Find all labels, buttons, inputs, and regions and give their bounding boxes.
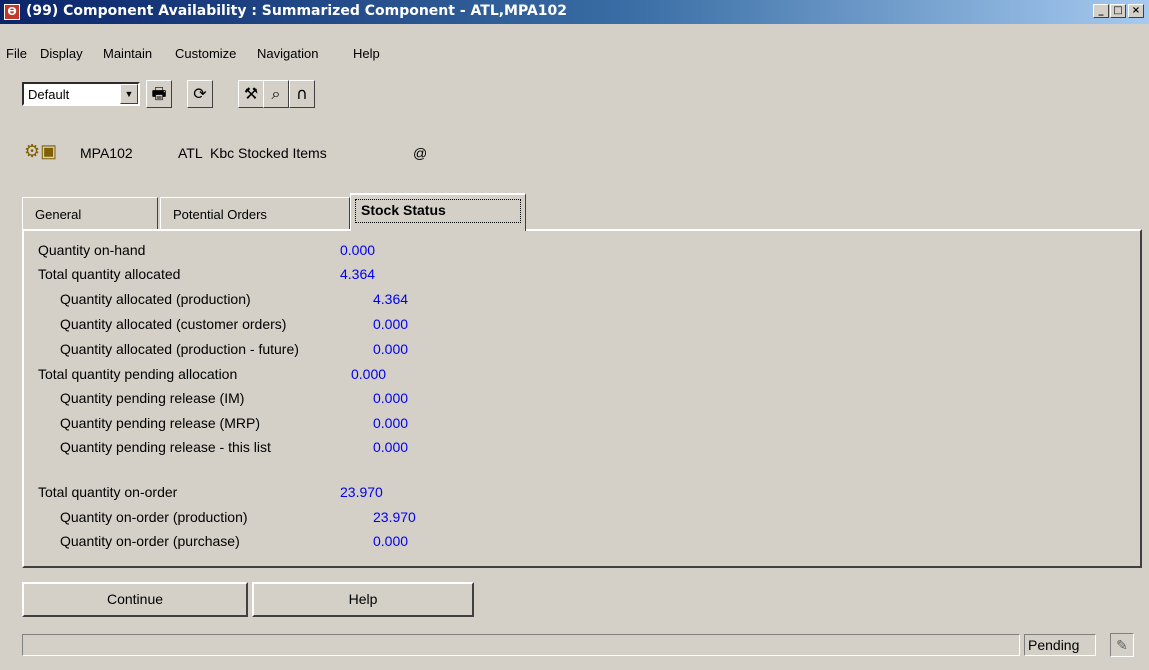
tab-stock-status[interactable]: Stock Status: [350, 193, 526, 231]
maximize-button[interactable]: □: [1110, 4, 1126, 18]
view-select-value: Default: [28, 87, 70, 102]
stock-status-panel: Quantity on-hand 0.000 Total quantity al…: [22, 229, 1142, 568]
row-label: Quantity on-order (purchase): [60, 533, 240, 549]
chevron-down-icon[interactable]: ▼: [120, 84, 138, 104]
status-bar-message: [22, 634, 1020, 656]
row-value: 0.000: [373, 316, 409, 332]
row-label: Quantity pending release (IM): [60, 390, 245, 406]
row-value: 0.000: [373, 439, 409, 455]
continue-button[interactable]: Continue: [22, 582, 248, 617]
refresh-icon[interactable]: ⟳: [187, 80, 213, 108]
row-label: Quantity pending release (MRP): [60, 415, 260, 431]
row-label: Total quantity on-order: [38, 484, 178, 500]
row-value: 23.970: [340, 484, 383, 500]
row-label: Quantity on-hand: [38, 242, 146, 258]
tools-icon[interactable]: ⚒: [238, 80, 264, 108]
item-description: Kbc Stocked Items: [210, 145, 327, 161]
app-icon[interactable]: ϴ: [4, 4, 20, 20]
row-value: 0.000: [340, 242, 376, 258]
row-value: 0.000: [373, 533, 409, 549]
help-button[interactable]: Help: [252, 582, 474, 617]
row-label: Quantity pending release - this list: [60, 439, 271, 455]
item-symbol: @: [413, 145, 428, 161]
tab-stock-status-label: Stock Status: [361, 202, 446, 218]
menu-customize[interactable]: Customize: [175, 46, 236, 61]
row-label: Quantity on-order (production): [60, 509, 248, 525]
row-value: 0.000: [373, 415, 409, 431]
tab-general[interactable]: General: [22, 197, 158, 229]
view-select[interactable]: Default ▼: [22, 82, 140, 106]
menu-navigation[interactable]: Navigation: [257, 46, 318, 61]
title-bar[interactable]: ϴ (99) Component Availability : Summariz…: [0, 0, 1149, 24]
menu-maintain[interactable]: Maintain: [103, 46, 152, 61]
row-value: 0.000: [373, 341, 409, 357]
tab-general-label: General: [35, 207, 82, 222]
row-value: 0.000: [373, 390, 409, 406]
printer-icon[interactable]: 🖶: [146, 80, 172, 108]
item-code: MPA102: [80, 145, 133, 161]
minimize-button[interactable]: _: [1093, 4, 1109, 18]
component-icon: ⚙▣: [24, 141, 58, 161]
row-label: Quantity allocated (customer orders): [60, 316, 287, 332]
menu-file[interactable]: File: [6, 46, 27, 61]
window-title: (99) Component Availability : Summarized…: [26, 3, 568, 19]
row-label: Total quantity pending allocation: [38, 366, 238, 382]
row-value: 0.000: [351, 366, 387, 382]
tab-potential-orders-label: Potential Orders: [173, 207, 267, 222]
row-label: Quantity allocated (production): [60, 291, 251, 307]
menu-display[interactable]: Display: [40, 46, 83, 61]
link-icon[interactable]: ∩: [289, 80, 315, 108]
search-icon[interactable]: ⌕: [263, 80, 289, 108]
row-value: 23.970: [373, 509, 416, 525]
row-label: Quantity allocated (production - future): [60, 341, 299, 357]
row-value: 4.364: [373, 291, 409, 307]
tab-potential-orders[interactable]: Potential Orders: [160, 197, 350, 229]
row-value: 4.364: [340, 266, 376, 282]
edit-icon[interactable]: ✎: [1110, 633, 1134, 657]
item-warehouse: ATL: [178, 145, 203, 161]
menu-help[interactable]: Help: [353, 46, 380, 61]
close-button[interactable]: ×: [1128, 4, 1144, 18]
row-label: Total quantity allocated: [38, 266, 181, 282]
status-bar-state: Pending: [1024, 634, 1096, 656]
